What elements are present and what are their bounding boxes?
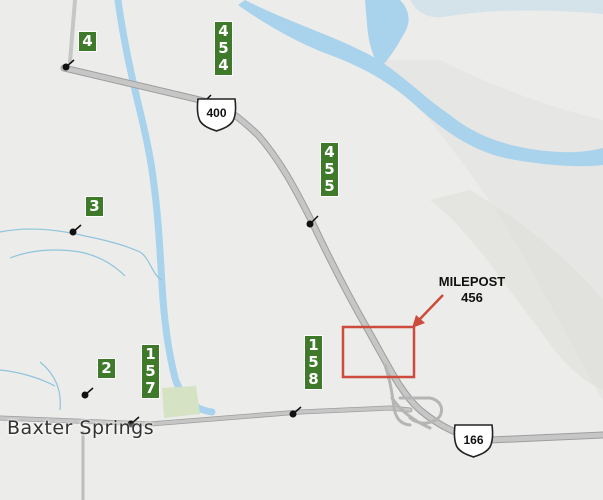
milepost-3[interactable]: 3 xyxy=(85,196,104,217)
place-label-baxter-springs[interactable]: Baxter Springs xyxy=(7,417,154,439)
milepost-digit: 5 xyxy=(218,39,229,57)
milepost-digit: 4 xyxy=(82,32,93,50)
milepost-digit: 8 xyxy=(308,370,319,388)
milepost-454[interactable]: 4 5 4 xyxy=(214,21,233,76)
milepost-digit: 2 xyxy=(101,359,112,377)
marker-2 xyxy=(81,387,94,399)
milepost-158[interactable]: 1 5 8 xyxy=(304,335,323,390)
milepost-4[interactable]: 4 xyxy=(78,31,97,52)
milepost-157[interactable]: 1 5 7 xyxy=(141,344,160,399)
us-166-shield[interactable]: 166 xyxy=(453,424,494,458)
milepost-digit: 5 xyxy=(145,362,156,380)
milepost-digit: 5 xyxy=(308,353,319,371)
milepost-digit: 7 xyxy=(145,379,156,397)
us-400-label: 400 xyxy=(206,106,226,120)
milepost-digit: 4 xyxy=(324,143,335,161)
milepost-digit: 4 xyxy=(218,22,229,40)
milepost-digit: 1 xyxy=(308,336,319,354)
map-canvas[interactable]: 400 166 4 4 5 4 4 5 5 3 2 1 5 7 1 5 8 MI… xyxy=(0,0,603,500)
milepost-digit: 1 xyxy=(145,345,156,363)
milepost-456-callout: MILEPOST 456 xyxy=(426,274,518,306)
milepost-455[interactable]: 4 5 5 xyxy=(320,142,339,197)
callout-line-1: MILEPOST xyxy=(438,274,506,289)
river xyxy=(114,0,216,416)
callout-line-2: 456 xyxy=(461,290,483,305)
park-area xyxy=(162,386,200,418)
milepost-2[interactable]: 2 xyxy=(97,358,116,379)
marker-3 xyxy=(69,224,82,236)
streams xyxy=(0,228,163,411)
us-166-label: 166 xyxy=(463,433,483,447)
milepost-digit: 5 xyxy=(324,160,335,178)
milepost-digit: 3 xyxy=(89,197,100,215)
milepost-digit: 4 xyxy=(218,56,229,74)
us-400-shield[interactable]: 400 xyxy=(196,98,237,132)
milepost-digit: 5 xyxy=(324,177,335,195)
